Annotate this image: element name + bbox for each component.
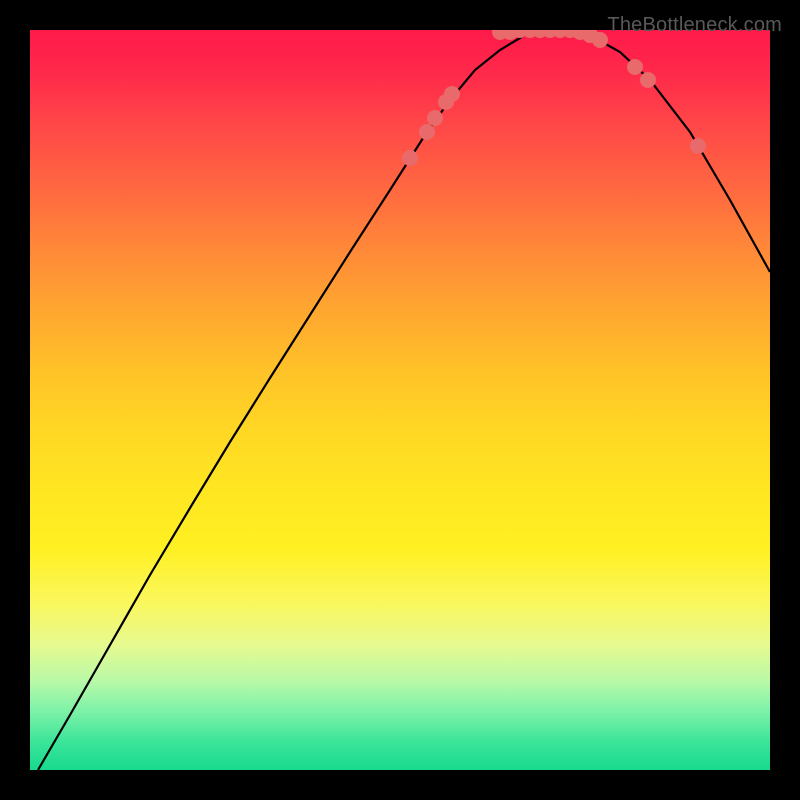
data-marker: [592, 32, 608, 48]
data-marker: [640, 72, 656, 88]
plot-area: [30, 30, 770, 770]
data-marker: [427, 110, 443, 126]
data-marker: [444, 86, 460, 102]
bottleneck-curve: [38, 30, 770, 770]
data-markers: [402, 30, 706, 166]
data-marker: [690, 138, 706, 154]
chart-frame: TheBottleneck.com: [10, 10, 790, 790]
chart-svg: [30, 30, 770, 770]
watermark-text: TheBottleneck.com: [607, 14, 782, 37]
data-marker: [402, 150, 418, 166]
data-marker: [419, 124, 435, 140]
data-marker: [627, 59, 643, 75]
